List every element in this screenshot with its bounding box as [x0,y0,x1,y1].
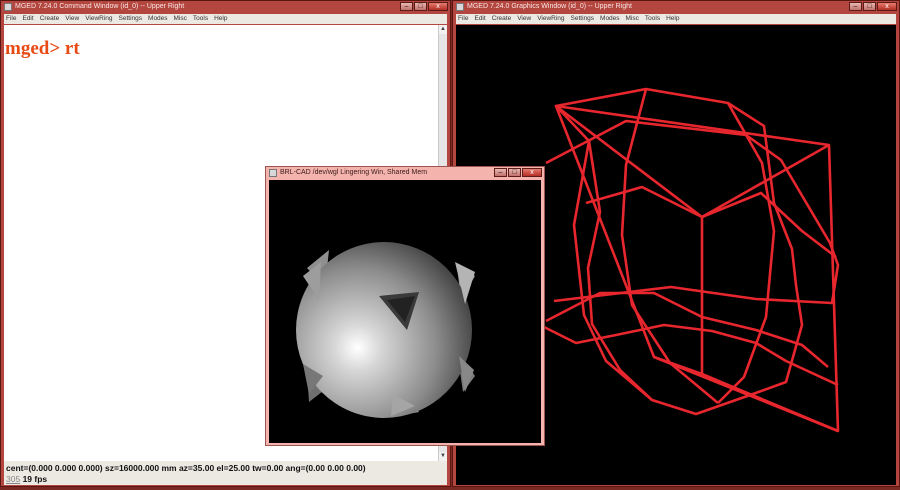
scroll-down-arrow-icon[interactable]: ▼ [439,452,447,461]
graphics-window-titlebar[interactable]: MGED 7.24.0 Graphics Window (id_0) -- Up… [453,1,899,13]
menu-settings[interactable]: Settings [119,14,143,24]
maximize-button[interactable]: □ [508,168,521,177]
menu-tools[interactable]: Tools [193,14,208,24]
menu-edit[interactable]: Edit [22,14,33,24]
minimize-button[interactable]: – [849,2,862,11]
menu-view[interactable]: View [65,14,79,24]
graphics-window-title: MGED 7.24.0 Graphics Window (id_0) -- Up… [467,3,632,10]
raytrace-canvas[interactable] [269,180,541,443]
minimize-button[interactable]: – [494,168,507,177]
fps-readout: 305 19 fps [6,474,47,484]
maximize-button[interactable]: □ [863,2,876,11]
raytrace-window: BRL-CAD /dev/wgl Lingering Win, Shared M… [265,166,545,446]
graphics-menubar: File Edit Create View ViewRing Settings … [456,14,896,24]
maximize-button[interactable]: □ [414,2,427,11]
menu-viewring[interactable]: ViewRing [537,14,564,24]
menu-viewring[interactable]: ViewRing [85,14,112,24]
menu-help[interactable]: Help [666,14,679,24]
scroll-up-arrow-icon[interactable]: ▲ [439,25,447,34]
status-line: cent=(0.000 0.000 0.000) sz=16000.000 mm… [6,463,366,473]
fps-prefix: 305 [6,474,21,484]
menu-edit[interactable]: Edit [474,14,485,24]
menu-create[interactable]: Create [492,14,512,24]
graphics-window-controls: – □ x [849,2,897,12]
menu-misc[interactable]: Misc [174,14,187,24]
menu-tools[interactable]: Tools [645,14,660,24]
command-window-controls: – □ x [400,2,448,12]
menu-settings[interactable]: Settings [571,14,595,24]
menu-file[interactable]: File [6,14,16,24]
raytrace-window-controls: – □ x [494,168,542,178]
sphere [296,242,472,418]
menu-modes[interactable]: Modes [148,14,168,24]
command-console-text: mged> rt [5,38,80,59]
fps-value: 19 fps [22,474,48,484]
menu-file[interactable]: File [458,14,468,24]
menu-create[interactable]: Create [40,14,60,24]
menu-misc[interactable]: Misc [626,14,639,24]
close-button[interactable]: x [877,2,897,11]
app-icon [456,3,464,11]
wireframe-geometry [539,87,840,433]
menu-modes[interactable]: Modes [600,14,620,24]
app-icon [269,169,277,177]
close-button[interactable]: x [522,168,542,177]
command-menubar: File Edit Create View ViewRing Settings … [4,14,447,24]
menu-view[interactable]: View [517,14,531,24]
raytrace-window-title: BRL-CAD /dev/wgl Lingering Win, Shared M… [280,169,428,176]
raytraced-render [296,242,475,418]
close-button[interactable]: x [428,2,448,11]
command-window-title: MGED 7.24.0 Command Window (id_0) -- Upp… [15,3,185,10]
menu-help[interactable]: Help [214,14,227,24]
command-window-titlebar[interactable]: MGED 7.24.0 Command Window (id_0) -- Upp… [1,1,450,13]
app-icon [4,3,12,11]
minimize-button[interactable]: – [400,2,413,11]
